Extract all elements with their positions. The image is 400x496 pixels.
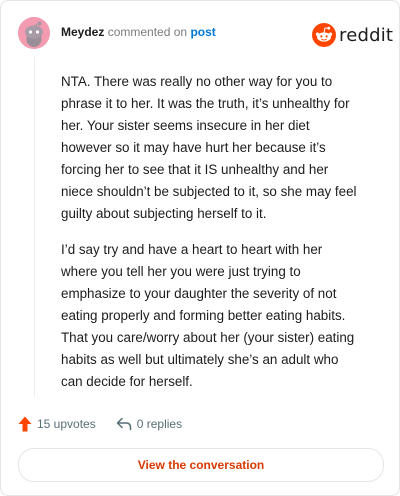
user-avatar[interactable] [18, 17, 50, 49]
reddit-wordmark: reddit [339, 24, 394, 46]
comment-embed-card: Meydez commented on post reddit NTA. The… [0, 0, 400, 496]
replies-button[interactable]: 0 replies [116, 417, 182, 431]
comment-paragraph: NTA. There was really no other way for y… [61, 74, 357, 221]
reddit-snoo-icon [312, 23, 336, 47]
thread-line [34, 57, 35, 397]
upvote-count: 15 upvotes [37, 417, 96, 431]
reply-arrow-icon [116, 417, 131, 431]
upvote-button[interactable]: 15 upvotes [18, 416, 96, 432]
comment-body: NTA. There was really no other way for y… [61, 71, 361, 407]
comment-actions: 15 upvotes 0 replies [18, 414, 202, 434]
comment-header: Meydez commented on post [61, 25, 216, 39]
reddit-logo[interactable]: reddit [312, 23, 393, 47]
upvote-arrow-icon [18, 416, 32, 432]
author-name[interactable]: Meydez [61, 25, 104, 39]
comment-paragraph: I’d say try and have a heart to heart wi… [61, 242, 355, 389]
post-link[interactable]: post [190, 25, 215, 39]
view-conversation-button[interactable]: View the conversation [18, 448, 384, 482]
action-text: commented on [107, 25, 188, 39]
reply-count: 0 replies [136, 417, 183, 431]
snoo-avatar-icon [18, 17, 50, 49]
